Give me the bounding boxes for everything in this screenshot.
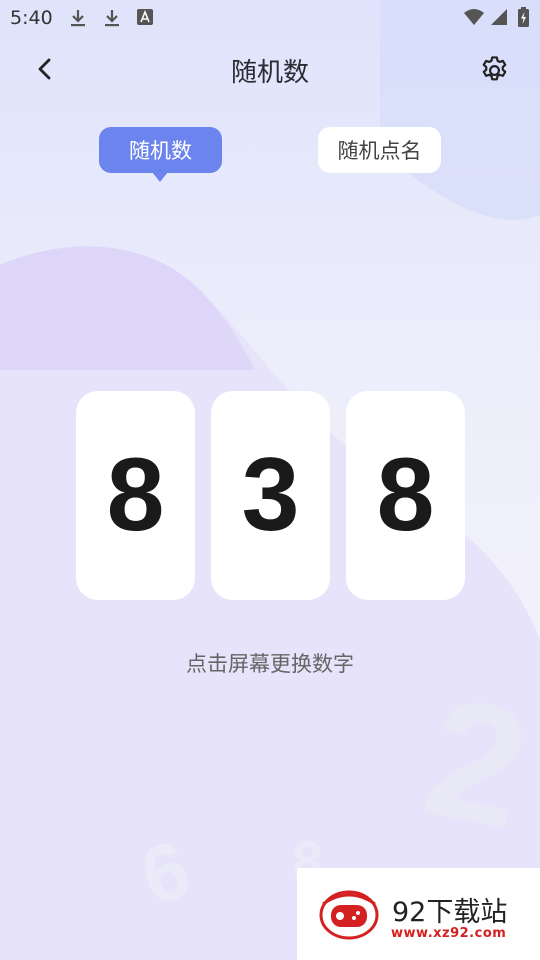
status-bar: 5:40 xyxy=(0,0,540,36)
digit-card[interactable]: 8 xyxy=(76,391,195,600)
page-title: 随机数 xyxy=(230,58,309,88)
digit-card[interactable]: 8 xyxy=(346,391,465,600)
watermark-url: www.xz92.com xyxy=(391,926,507,941)
tab-random-roll-call[interactable]: 随机点名 xyxy=(318,127,441,173)
app-notification-icon xyxy=(137,9,153,25)
wifi-icon xyxy=(463,8,485,26)
cellular-signal-icon xyxy=(490,8,508,26)
tab-pointer xyxy=(152,172,168,182)
watermark-logo-icon xyxy=(319,890,379,940)
status-time: 5:40 xyxy=(10,7,53,29)
watermark: 92下载站 www.xz92.com xyxy=(297,868,540,960)
tab-random-number[interactable]: 随机数 xyxy=(99,127,222,182)
download-icon xyxy=(104,9,120,27)
watermark-brand: 92下载站 xyxy=(392,897,508,928)
tab-label: 随机数 xyxy=(129,139,192,163)
tab-label: 随机点名 xyxy=(337,139,422,163)
digit-card[interactable]: 3 xyxy=(211,391,330,600)
gear-icon[interactable] xyxy=(478,54,511,87)
download-icon xyxy=(70,9,86,27)
tap-hint: 点击屏幕更换数字 xyxy=(186,652,354,676)
battery-icon xyxy=(518,7,529,27)
